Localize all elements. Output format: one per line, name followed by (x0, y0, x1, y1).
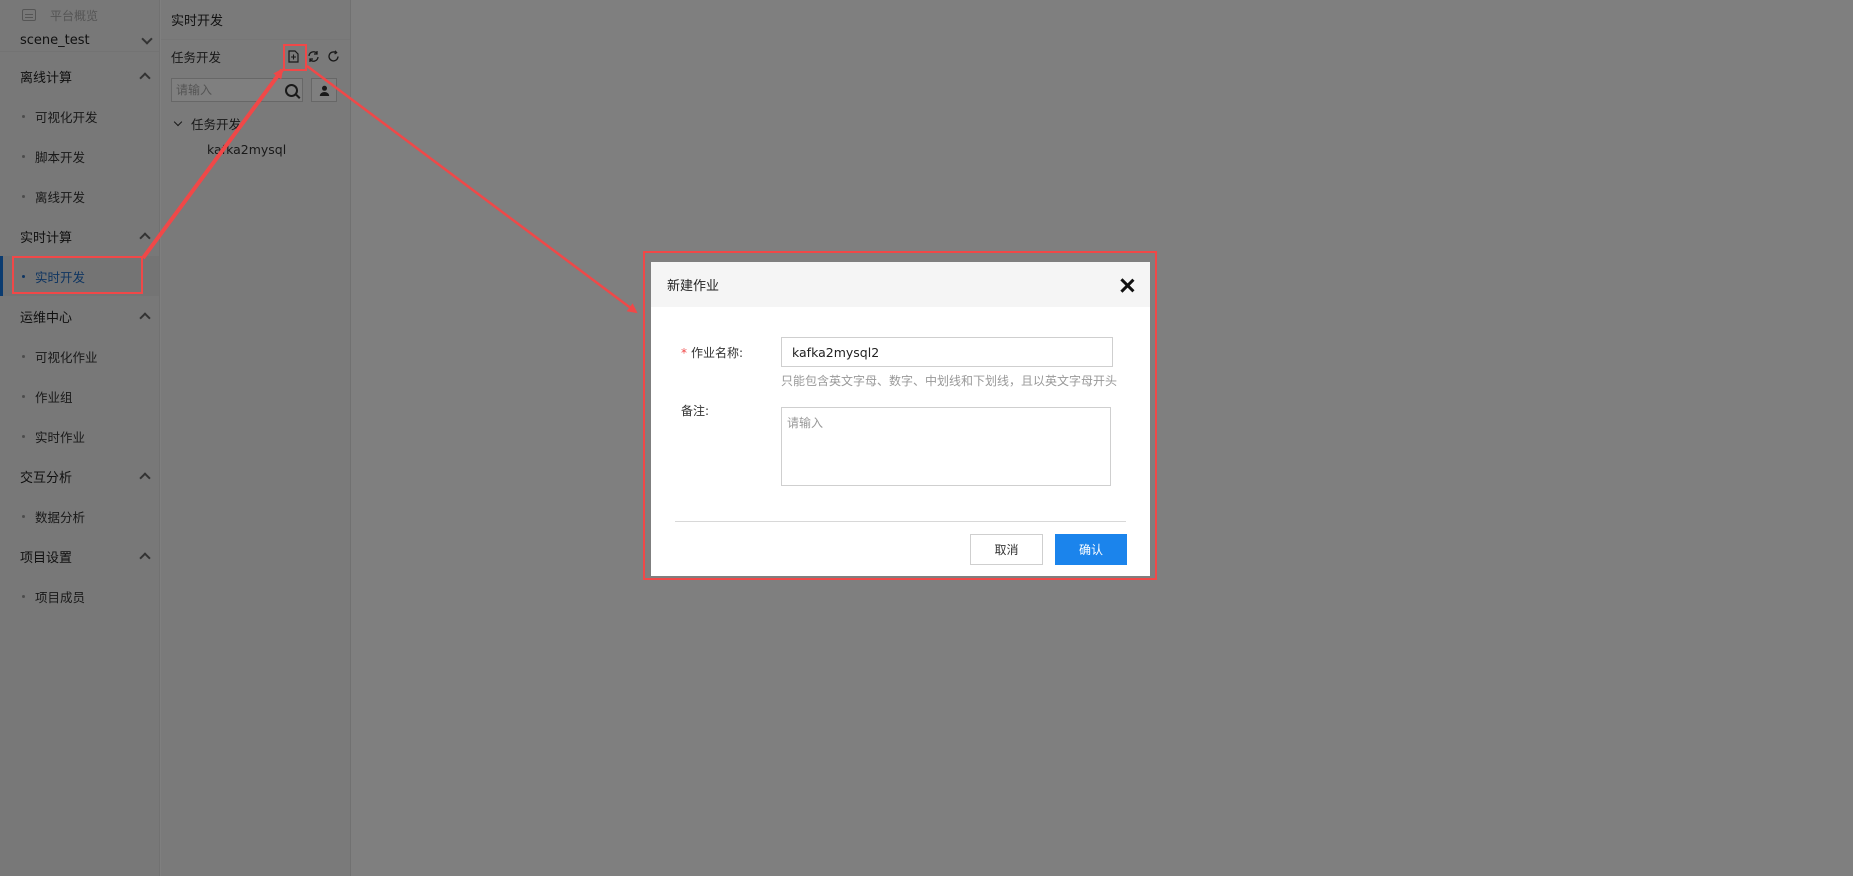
dialog-divider (675, 521, 1126, 522)
confirm-button[interactable]: 确认 (1055, 534, 1127, 565)
new-job-dialog: 新建作业 * 作业名称: 只能包含英文字母、数字、中划线和下划线，且以英文字母开头… (651, 262, 1150, 576)
close-icon[interactable] (1120, 278, 1134, 292)
annotation-box-sidebar (12, 256, 143, 294)
dialog-title: 新建作业 (667, 279, 720, 294)
dialog-header: 新建作业 (651, 262, 1150, 307)
job-name-label-text: 作业名称: (691, 346, 744, 360)
note-label: 备注: (681, 404, 710, 418)
job-name-input[interactable] (781, 337, 1113, 367)
cancel-button[interactable]: 取消 (970, 534, 1043, 565)
job-name-label: * 作业名称: (681, 344, 743, 361)
annotation-box-new-file (283, 44, 307, 71)
note-textarea[interactable] (781, 407, 1111, 486)
required-mark: * (681, 346, 687, 360)
job-name-hint: 只能包含英文字母、数字、中划线和下划线，且以英文字母开头 (781, 374, 1118, 388)
